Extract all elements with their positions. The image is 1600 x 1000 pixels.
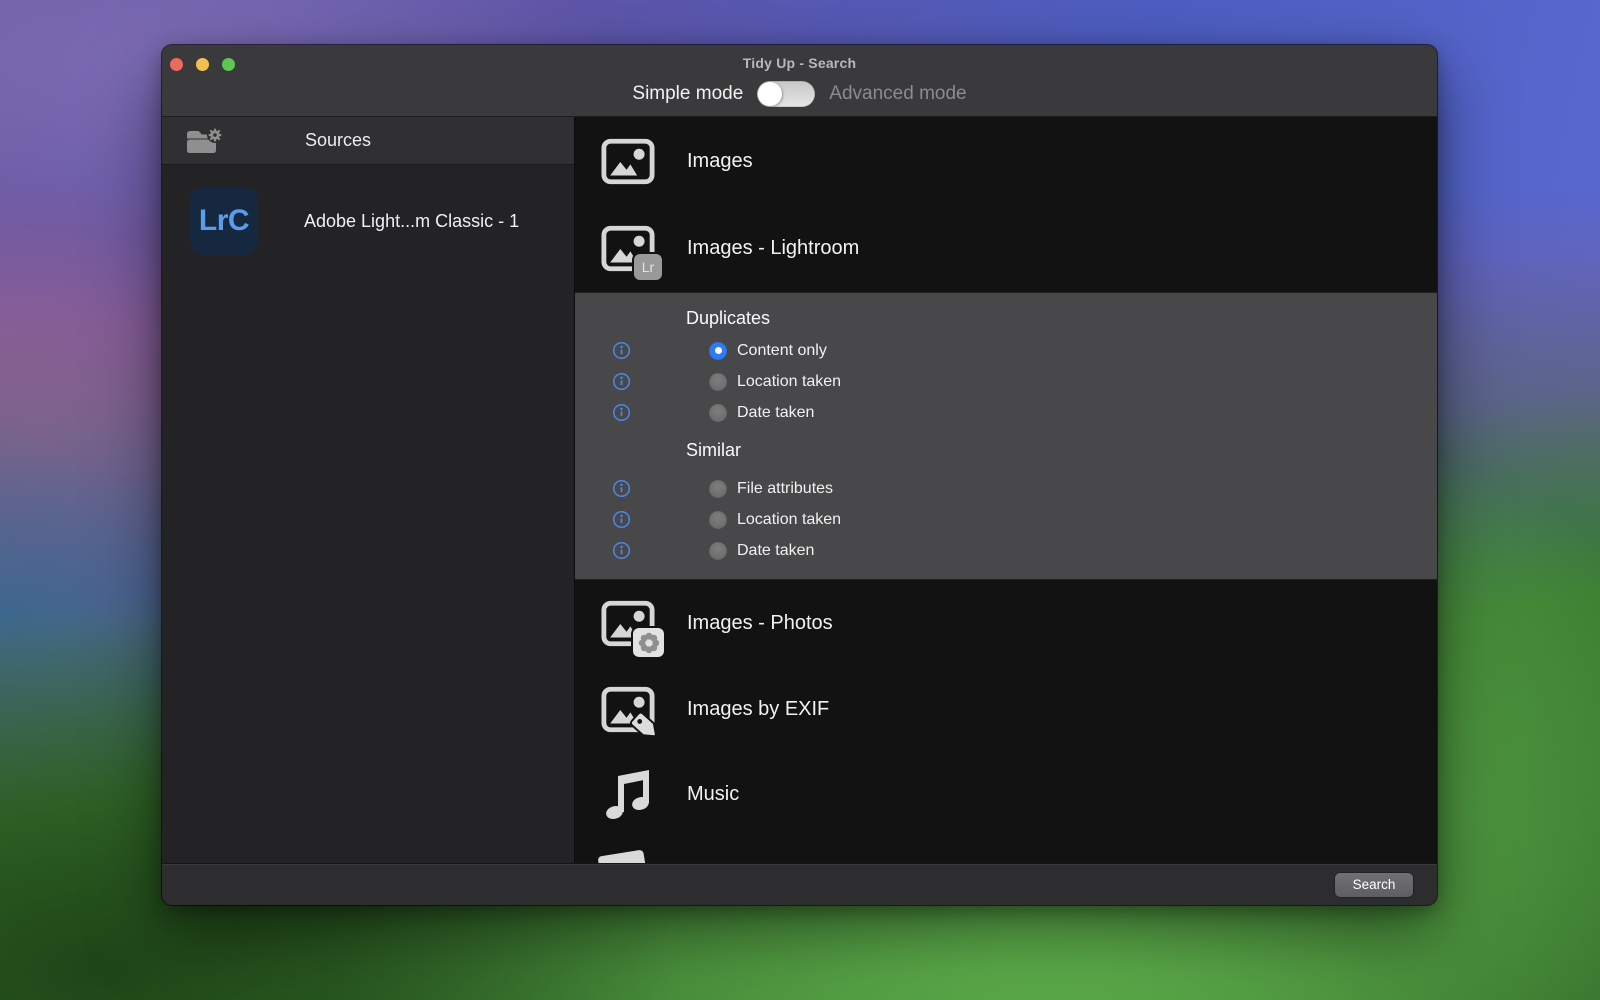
row-images-by-exif[interactable]: Images by EXIF (575, 667, 1437, 752)
source-item-lightroom[interactable]: LrC Adobe Light...m Classic - 1 (162, 187, 574, 255)
sources-label: Sources (305, 130, 371, 151)
option-content-only: Content only (575, 335, 1437, 366)
row-label: Images - Photos (687, 612, 833, 635)
lightroom-options-panel: Duplicates Content only Location (575, 292, 1437, 580)
row-partial-next-item[interactable] (575, 837, 1437, 863)
source-item-label: Adobe Light...m Classic - 1 (304, 211, 519, 232)
window-title: Tidy Up - Search (162, 55, 1437, 71)
photos-flower-badge (633, 628, 664, 657)
radio-location-taken-dup[interactable] (709, 373, 727, 391)
radio-file-attributes[interactable] (709, 480, 727, 498)
row-label: Music (687, 783, 739, 806)
option-label: Date taken (737, 542, 814, 560)
music-note-icon (603, 767, 653, 823)
option-label: File attributes (737, 480, 833, 498)
radio-content-only[interactable] (709, 342, 727, 360)
bottom-bar: Search (162, 863, 1437, 905)
option-location-taken-dup: Location taken (575, 366, 1437, 397)
lr-badge: Lr (634, 254, 662, 280)
window-body: Sources LrC Adobe Light...m Classic - 1 (162, 117, 1437, 863)
folder-gear-icon (185, 127, 222, 155)
row-music[interactable]: Music (575, 752, 1437, 837)
info-icon[interactable] (612, 403, 631, 422)
titlebar: Tidy Up - Search Simple mode Advanced mo… (162, 45, 1437, 117)
row-label: Images - Lightroom (687, 237, 859, 260)
option-label: Location taken (737, 511, 841, 529)
sources-sidebar: Sources LrC Adobe Light...m Classic - 1 (162, 117, 575, 863)
row-images[interactable]: Images (575, 117, 1437, 205)
tidy-up-search-window: Tidy Up - Search Simple mode Advanced mo… (162, 45, 1437, 905)
advanced-mode-label: Advanced mode (829, 83, 966, 105)
info-icon[interactable] (612, 341, 631, 360)
desktop-wallpaper: Tidy Up - Search Simple mode Advanced mo… (0, 0, 1600, 1000)
option-location-taken-sim: Location taken (575, 504, 1437, 535)
search-button[interactable]: Search (1335, 873, 1413, 897)
similar-header: Similar (575, 428, 1437, 473)
option-date-taken-dup: Date taken (575, 397, 1437, 428)
info-icon[interactable] (612, 372, 631, 391)
lightroom-classic-app-icon: LrC (190, 187, 258, 255)
option-label: Content only (737, 342, 827, 360)
option-label: Date taken (737, 404, 814, 422)
info-icon[interactable] (612, 541, 631, 560)
row-label: Images by EXIF (687, 698, 829, 721)
row-images-lightroom[interactable]: Lr Images - Lightroom (575, 205, 1437, 292)
tag-badge (628, 709, 666, 747)
toggle-knob (758, 82, 782, 106)
info-icon[interactable] (612, 479, 631, 498)
mode-toggle-row: Simple mode Advanced mode (162, 81, 1437, 107)
option-label: Location taken (737, 373, 841, 391)
images-icon (601, 138, 655, 185)
partial-item-icon (598, 850, 647, 863)
row-label: Images (687, 150, 753, 173)
option-date-taken-sim: Date taken (575, 535, 1437, 566)
duplicates-header: Duplicates (575, 301, 1437, 335)
radio-date-taken-dup[interactable] (709, 404, 727, 422)
sources-header: Sources (162, 117, 574, 165)
search-category-list: Images Lr Images - Lightroom (575, 117, 1437, 863)
simple-mode-label: Simple mode (632, 83, 743, 105)
option-file-attributes: File attributes (575, 473, 1437, 504)
mode-toggle-switch[interactable] (757, 81, 815, 107)
radio-date-taken-sim[interactable] (709, 542, 727, 560)
info-icon[interactable] (612, 510, 631, 529)
radio-location-taken-sim[interactable] (709, 511, 727, 529)
row-images-photos[interactable]: Images - Photos (575, 580, 1437, 667)
